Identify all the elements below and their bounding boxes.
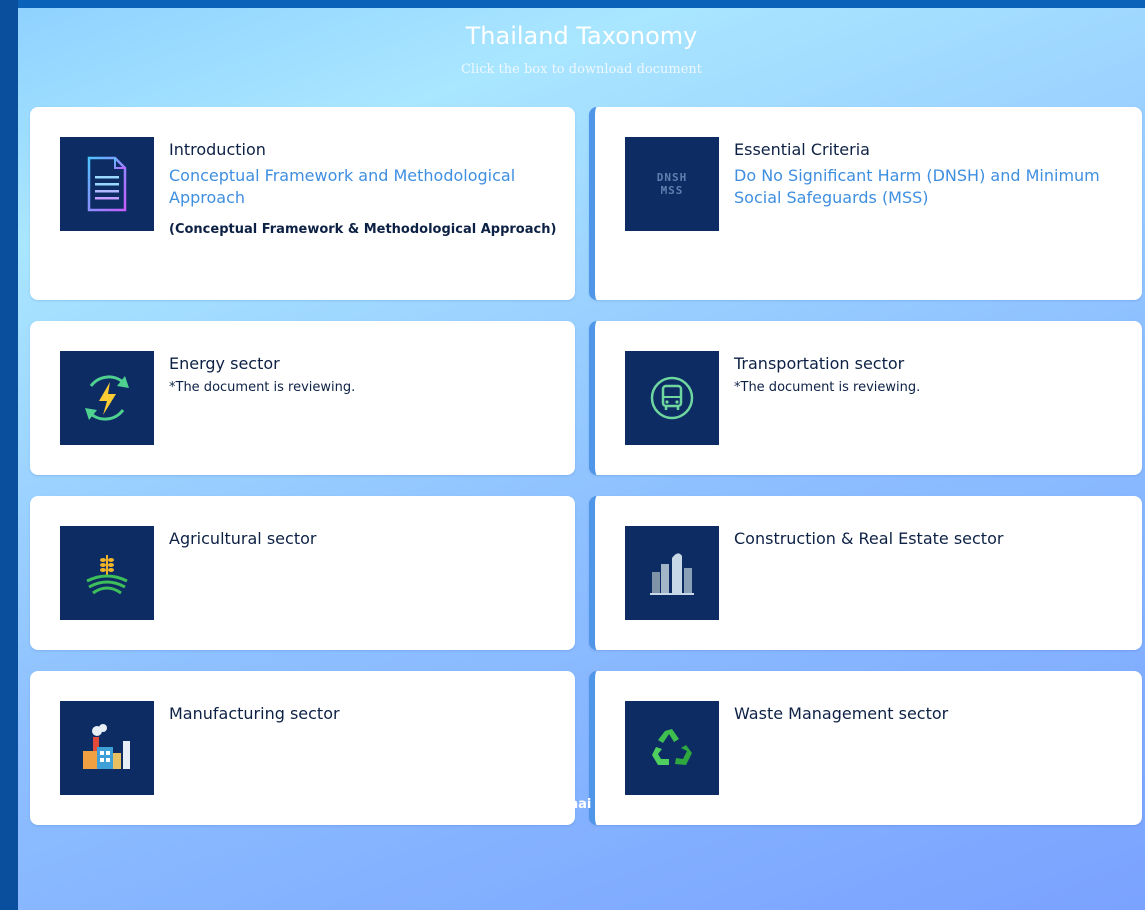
skyscraper-icon xyxy=(625,526,719,620)
card-manufacturing-sector[interactable]: Manufacturing sector xyxy=(30,671,575,825)
card-essential-criteria[interactable]: DNSH MSS Essential Criteria Do No Signif… xyxy=(589,107,1142,300)
card-title: Construction & Real Estate sector xyxy=(734,529,1004,548)
thai-version-button[interactable]: Thai version xyxy=(516,789,650,819)
icon-text-dnsh: DNSH xyxy=(656,171,688,184)
window-left-border xyxy=(0,0,18,910)
page-title: Thailand Taxonomy xyxy=(465,22,698,50)
arrow-right-circle-icon xyxy=(516,789,546,819)
factory-icon xyxy=(60,701,154,795)
window-top-border xyxy=(0,0,1145,8)
card-title: Waste Management sector xyxy=(734,704,949,723)
wheat-field-icon xyxy=(60,526,154,620)
card-status: *The document is reviewing. xyxy=(169,380,356,395)
card-title: Transportation sector xyxy=(734,354,905,373)
card-title: Introduction xyxy=(169,140,266,159)
page-subtitle: Click the box to download document xyxy=(460,62,703,77)
card-title: Essential Criteria xyxy=(734,140,870,159)
card-transportation-sector[interactable]: Transportation sector *The document is r… xyxy=(589,321,1142,475)
card-link[interactable]: Conceptual Framework and Methodological … xyxy=(169,165,557,209)
energy-icon xyxy=(60,351,154,445)
card-title: Manufacturing sector xyxy=(169,704,340,723)
card-status: *The document is reviewing. xyxy=(734,380,921,395)
thai-version-label: Thai version xyxy=(560,796,650,812)
card-construction-sector[interactable]: Construction & Real Estate sector xyxy=(589,496,1142,650)
dnsh-mss-icon: DNSH MSS xyxy=(625,137,719,231)
card-introduction[interactable]: Introduction Conceptual Framework and Me… xyxy=(30,107,575,300)
card-link[interactable]: Do No Significant Harm (DNSH) and Minimu… xyxy=(734,165,1124,209)
recycle-icon xyxy=(625,701,719,795)
icon-text-mss: MSS xyxy=(660,184,684,197)
card-waste-management-sector[interactable]: Waste Management sector xyxy=(589,671,1142,825)
card-title: Agricultural sector xyxy=(169,529,317,548)
card-energy-sector[interactable]: Energy sector *The document is reviewing… xyxy=(30,321,575,475)
card-agricultural-sector[interactable]: Agricultural sector xyxy=(30,496,575,650)
document-icon xyxy=(60,137,154,231)
taxonomy-panel: Thailand Taxonomy Click the box to downl… xyxy=(18,8,1145,910)
bus-icon xyxy=(625,351,719,445)
card-title: Energy sector xyxy=(169,354,280,373)
card-note: (Conceptual Framework & Methodological A… xyxy=(169,222,557,237)
